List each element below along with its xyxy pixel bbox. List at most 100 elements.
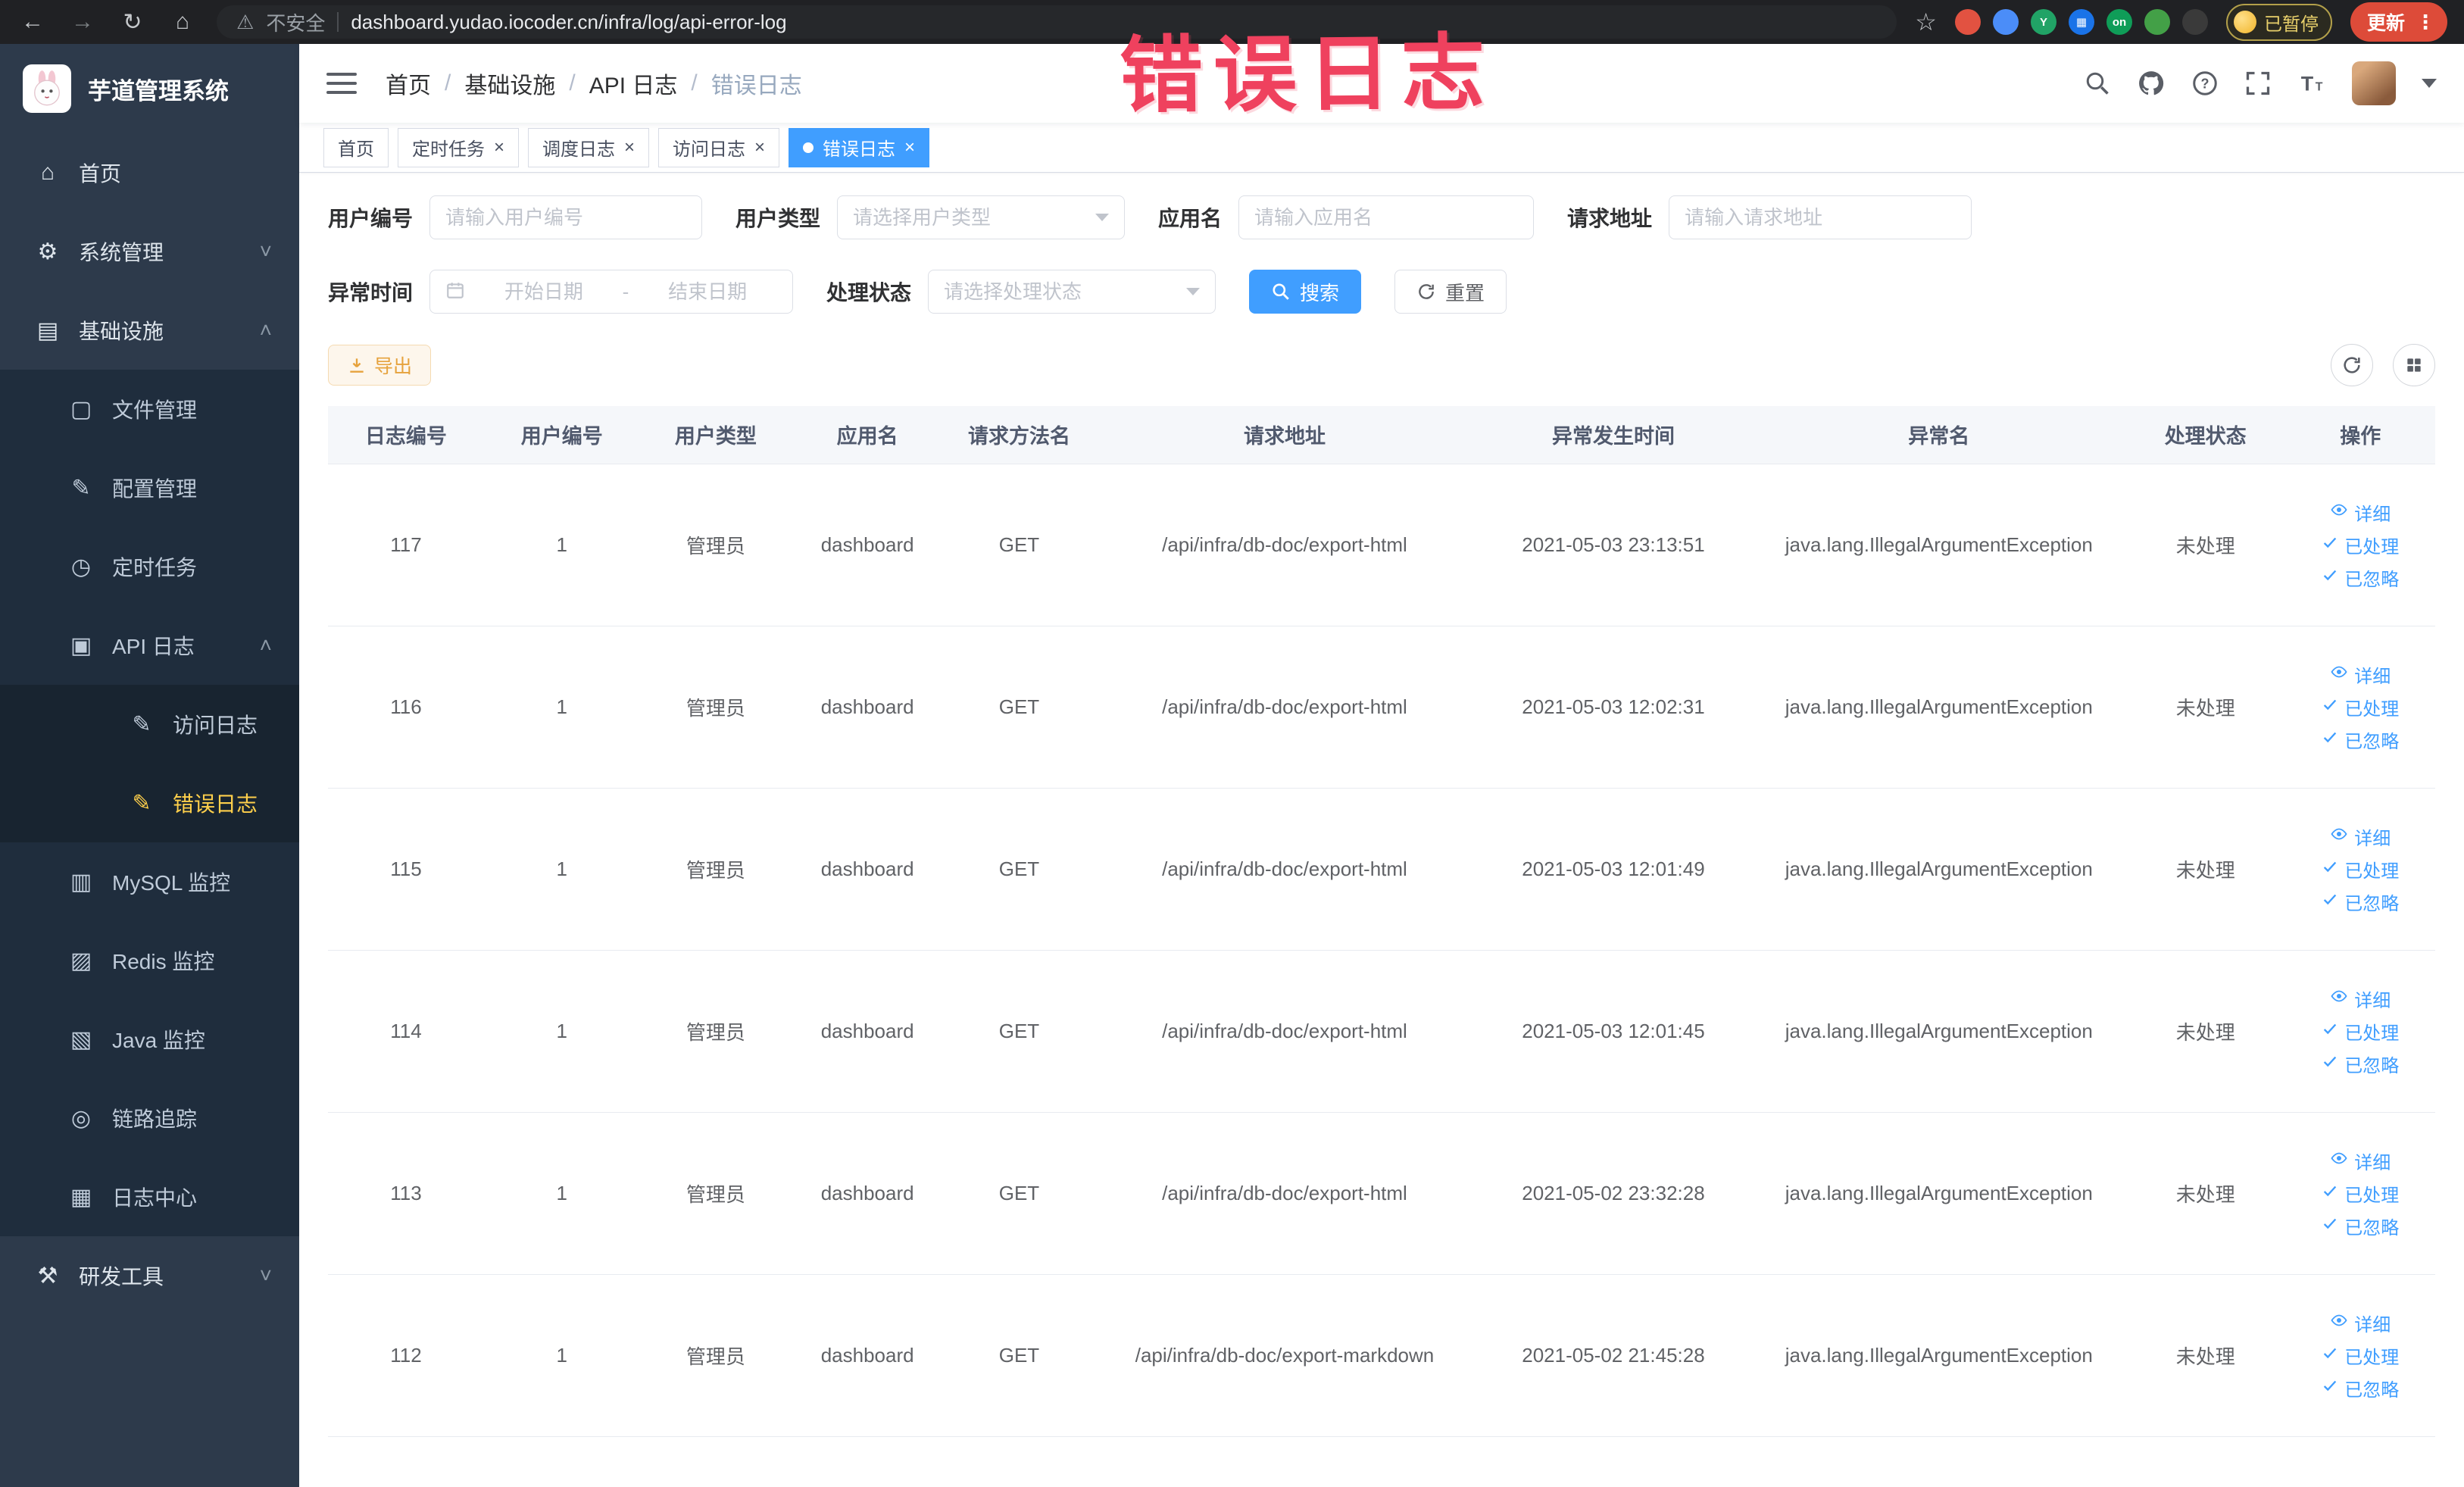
ignored-action[interactable]: 已忽略: [2322, 726, 2399, 753]
cell-log-id: 114: [328, 950, 484, 1113]
cell-app-name: dashboard: [792, 950, 944, 1113]
export-button[interactable]: 导出: [328, 345, 432, 386]
font-size-icon[interactable]: TT: [2297, 69, 2326, 98]
column-settings-button[interactable]: [2393, 344, 2435, 386]
fullscreen-icon[interactable]: [2244, 70, 2272, 97]
sidebar-item-label: 文件管理: [112, 398, 198, 422]
end-date-input[interactable]: [638, 280, 777, 304]
extension-leaf-icon[interactable]: [2144, 9, 2170, 35]
processed-action[interactable]: 已处理: [2322, 1018, 2399, 1045]
error-time-input[interactable]: -: [429, 270, 794, 314]
extension-y-icon[interactable]: Y: [2030, 9, 2056, 35]
update-button[interactable]: 更新 ⋮: [2350, 2, 2447, 42]
user-avatar[interactable]: [2352, 61, 2396, 105]
detail-action[interactable]: 详细: [2330, 1310, 2391, 1336]
paused-badge[interactable]: 已暂停: [2225, 3, 2332, 41]
timer-icon: ◷: [70, 554, 92, 579]
ignored-action[interactable]: 已忽略: [2322, 1375, 2399, 1401]
sidebar-item-api-log[interactable]: ▣ API 日志 ˄: [0, 606, 299, 685]
detail-action[interactable]: 详细: [2330, 1148, 2391, 1174]
sidebar-item-error-log[interactable]: ✎ 错误日志: [0, 764, 299, 842]
extension-grid-icon[interactable]: ▦: [2068, 9, 2094, 35]
close-icon[interactable]: ×: [624, 138, 635, 157]
sidebar-item-file[interactable]: ▢ 文件管理: [0, 370, 299, 448]
tab-access-log[interactable]: 访问日志 ×: [658, 127, 780, 167]
sidebar-item-java[interactable]: ▧ Java 监控: [0, 1000, 299, 1079]
detail-action[interactable]: 详细: [2330, 823, 2391, 850]
bookmark-star-icon[interactable]: ☆: [1915, 8, 1937, 36]
breadcrumb-item[interactable]: API 日志: [589, 67, 678, 100]
sidebar-item-log-center[interactable]: ▦ 日志中心: [0, 1157, 299, 1236]
processed-action[interactable]: 已处理: [2322, 1342, 2399, 1369]
back-icon[interactable]: ←: [17, 9, 48, 35]
search-button[interactable]: 搜索: [1249, 270, 1362, 314]
ignored-action[interactable]: 已忽略: [2322, 1051, 2399, 1077]
request-url-field[interactable]: [1685, 205, 1957, 230]
processed-action-label: 已处理: [2344, 1185, 2400, 1206]
search-icon[interactable]: [2084, 70, 2111, 97]
sidebar-item-redis[interactable]: ▨ Redis 监控: [0, 921, 299, 1000]
start-date-input[interactable]: [474, 280, 614, 304]
close-icon[interactable]: ×: [754, 138, 765, 157]
kebab-menu-icon[interactable]: ⋮: [2416, 11, 2435, 34]
processed-action[interactable]: 已处理: [2322, 532, 2399, 558]
refresh-button[interactable]: [2331, 344, 2373, 386]
breadcrumb-item[interactable]: 首页: [386, 67, 431, 100]
avatar-caret-icon[interactable]: [2422, 79, 2437, 88]
sidebar-item-system[interactable]: ⚙ 系统管理 ˅: [0, 212, 299, 291]
tab-error-log[interactable]: 错误日志 ×: [789, 127, 930, 167]
tab-job-log[interactable]: 调度日志 ×: [528, 127, 650, 167]
sidebar-item-job[interactable]: ◷ 定时任务: [0, 527, 299, 606]
sidebar-item-access-log[interactable]: ✎ 访问日志: [0, 685, 299, 764]
forward-icon[interactable]: →: [67, 9, 98, 35]
detail-action[interactable]: 详细: [2330, 499, 2391, 526]
help-icon[interactable]: ?: [2191, 70, 2219, 97]
home-icon[interactable]: ⌂: [167, 9, 198, 35]
processed-action[interactable]: 已处理: [2322, 856, 2399, 883]
tab-home[interactable]: 首页: [323, 127, 389, 167]
user-id-field[interactable]: [445, 205, 687, 230]
sidebar-item-label: 定时任务: [112, 556, 198, 579]
sidebar-item-home[interactable]: ⌂ 首页: [0, 133, 299, 212]
extension-on-icon[interactable]: on: [2106, 9, 2132, 35]
status-field[interactable]: [944, 280, 1178, 304]
github-icon[interactable]: [2137, 69, 2166, 98]
extension-paw-icon[interactable]: [2181, 9, 2208, 35]
reload-icon[interactable]: ↻: [117, 9, 148, 36]
user-id-input[interactable]: [429, 195, 703, 239]
user-type-field[interactable]: [853, 205, 1087, 230]
tab-job[interactable]: 定时任务 ×: [398, 127, 520, 167]
sidebar-toggle-icon[interactable]: [326, 73, 357, 94]
status-select[interactable]: [928, 270, 1216, 314]
ignored-action[interactable]: 已忽略: [2322, 889, 2399, 915]
extension-record-icon[interactable]: [1954, 9, 1981, 35]
cell-status: 未处理: [2125, 950, 2286, 1113]
processed-action[interactable]: 已处理: [2322, 1180, 2399, 1207]
breadcrumb-item[interactable]: 基础设施: [464, 67, 555, 100]
user-type-select[interactable]: [837, 195, 1126, 239]
detail-action[interactable]: 详细: [2330, 661, 2391, 688]
filter-field-user-type: 用户类型: [735, 195, 1126, 239]
extension-drop-icon[interactable]: [1992, 9, 2019, 35]
ignored-action[interactable]: 已忽略: [2322, 1213, 2399, 1239]
processed-action-label: 已处理: [2344, 698, 2400, 720]
address-bar[interactable]: ⚠ 不安全 dashboard.yudao.iocoder.cn/infra/l…: [217, 5, 1897, 39]
app-name-input[interactable]: [1238, 195, 1535, 239]
close-icon[interactable]: ×: [494, 138, 504, 157]
sidebar-item-config[interactable]: ✎ 配置管理: [0, 448, 299, 527]
sidebar-item-dev-tools[interactable]: ⚒ 研发工具 ˅: [0, 1236, 299, 1315]
sidebar-item-trace[interactable]: ◎ 链路追踪: [0, 1079, 299, 1157]
sidebar-item-infra[interactable]: ▤ 基础设施 ˄: [0, 291, 299, 370]
security-label[interactable]: 不安全: [266, 8, 325, 36]
sidebar-item-mysql[interactable]: ▥ MySQL 监控: [0, 842, 299, 921]
url-text[interactable]: dashboard.yudao.iocoder.cn/infra/log/api…: [351, 11, 786, 34]
detail-action[interactable]: 详细: [2330, 986, 2391, 1012]
ignored-action[interactable]: 已忽略: [2322, 564, 2399, 591]
sidebar-item-label: 研发工具: [79, 1265, 164, 1289]
request-url-input[interactable]: [1669, 195, 1972, 239]
app-name-field[interactable]: [1254, 205, 1519, 230]
processed-action[interactable]: 已处理: [2322, 694, 2399, 720]
reset-button[interactable]: 重置: [1394, 270, 1507, 314]
close-icon[interactable]: ×: [904, 138, 915, 157]
app-logo[interactable]: 芋道管理系统: [0, 44, 299, 133]
